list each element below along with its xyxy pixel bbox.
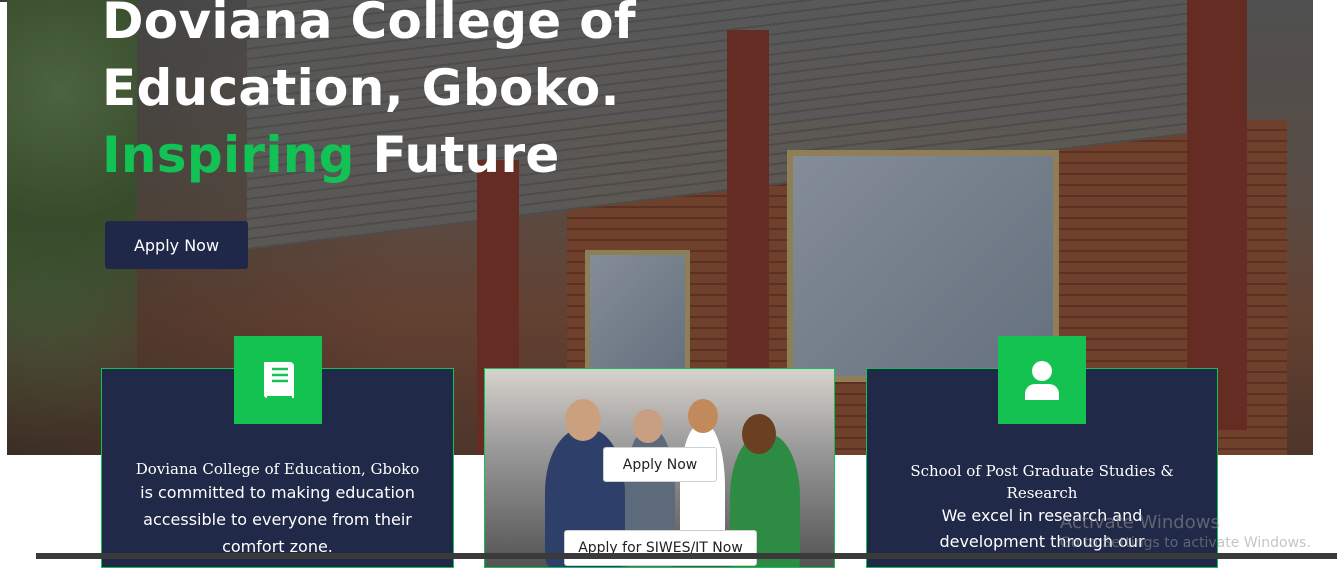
watermark-title: Activate Windows bbox=[1060, 512, 1220, 533]
postgrad-card-title: School of Post Graduate Studies & Resear… bbox=[910, 462, 1174, 502]
hero-title-line-2: Education, Gboko. bbox=[102, 59, 620, 117]
hero-tagline: Inspiring Future bbox=[102, 122, 636, 189]
postgrad-card-icon-box bbox=[998, 336, 1086, 424]
students-card: Apply Now Apply for SIWES/IT Now bbox=[484, 368, 835, 568]
taskbar-edge bbox=[36, 553, 1337, 559]
tagline-highlight: Inspiring bbox=[102, 126, 355, 184]
tagline-rest: Future bbox=[354, 126, 560, 184]
hero-apply-now-button[interactable]: Apply Now bbox=[105, 221, 248, 269]
college-card-title: Doviana College of Education, Gboko bbox=[135, 460, 420, 478]
college-card-body: is committed to making education accessi… bbox=[140, 483, 415, 556]
watermark-subtitle: Go to Settings to activate Windows. bbox=[1060, 535, 1311, 551]
hero-title-line-1: Doviana College of bbox=[102, 0, 636, 50]
book-icon bbox=[264, 362, 294, 399]
hero-heading: Doviana College of Education, Gboko. Ins… bbox=[102, 0, 636, 189]
activate-windows-watermark: Activate Windows Go to Settings to activ… bbox=[1060, 512, 1311, 551]
college-card-icon-box bbox=[234, 336, 322, 424]
students-apply-now-button[interactable]: Apply Now bbox=[603, 447, 717, 482]
apply-siwes-button[interactable]: Apply for SIWES/IT Now bbox=[564, 530, 757, 566]
page-background-strip bbox=[1313, 0, 1337, 115]
user-icon bbox=[1025, 361, 1059, 400]
